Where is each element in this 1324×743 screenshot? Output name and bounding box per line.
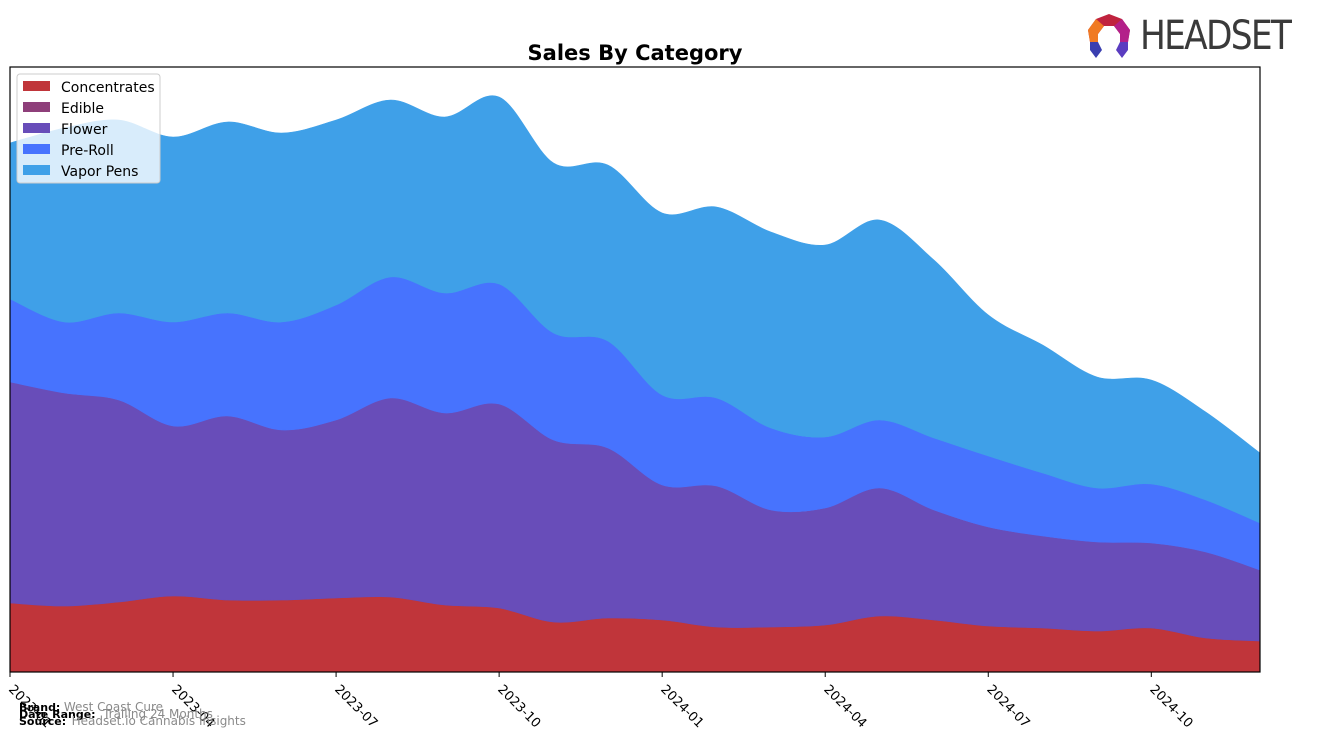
legend-label-edible: Edible bbox=[61, 101, 104, 117]
legend-swatch-vapor-pens bbox=[23, 165, 50, 175]
footer-source: Source: Headset.io Cannabis Insights bbox=[19, 715, 246, 727]
source-value: Headset.io Cannabis Insights bbox=[71, 714, 246, 728]
legend-swatch-concentrates bbox=[23, 81, 50, 91]
legend-label-pre-roll: Pre-Roll bbox=[61, 143, 114, 159]
x-tick-label: 2024-04 bbox=[820, 682, 869, 731]
x-tick-label: 2024-07 bbox=[983, 682, 1032, 731]
headset-logo: HEADSET bbox=[1084, 12, 1310, 62]
legend-swatch-pre-roll bbox=[23, 144, 50, 154]
legend-label-vapor-pens: Vapor Pens bbox=[61, 164, 138, 180]
legend-label-concentrates: Concentrates bbox=[61, 80, 155, 96]
source-label: Source: bbox=[19, 715, 67, 728]
legend-swatch-edible bbox=[23, 102, 50, 112]
x-tick-label: 2023-10 bbox=[494, 682, 543, 731]
headset-logo-text: HEADSET bbox=[1140, 13, 1292, 59]
legend-label-flower: Flower bbox=[61, 122, 108, 138]
x-tick-label: 2023-07 bbox=[331, 682, 380, 731]
x-tick-label: 2024-10 bbox=[1146, 682, 1195, 731]
area-layers bbox=[9, 95, 1261, 673]
chart-title: Sales By Category bbox=[528, 41, 743, 65]
chart: Sales By Category 2023-01 2023-04 2023-07 2… bbox=[5, 41, 1261, 731]
legend: Concentrates Edible Flower Pre-Roll Vapor Pe… bbox=[16, 73, 161, 184]
x-tick-label: 2024-01 bbox=[657, 682, 706, 731]
headset-logo-icon bbox=[1088, 14, 1130, 58]
legend-swatch-flower bbox=[23, 123, 50, 133]
